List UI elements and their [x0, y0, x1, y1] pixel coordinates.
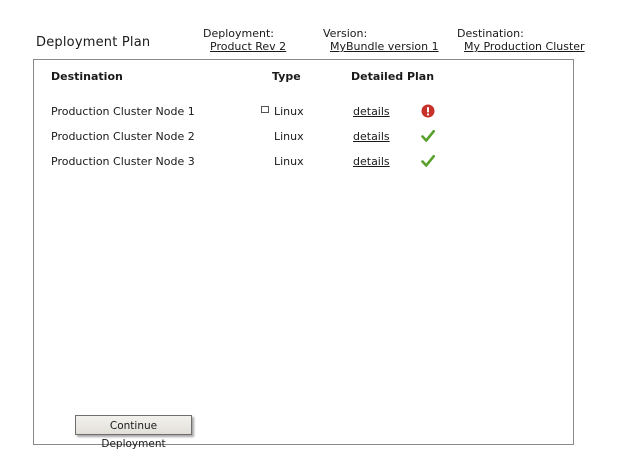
- table-row: Production Cluster Node 2 Linux details: [34, 127, 573, 147]
- column-header-type: Type: [272, 70, 301, 83]
- check-icon: [421, 129, 435, 142]
- destination-info: Destination: My Production Cluster: [457, 27, 585, 53]
- row-type: Linux: [274, 105, 304, 118]
- column-header-destination: Destination: [51, 70, 123, 83]
- row-details-link[interactable]: details: [353, 155, 390, 168]
- check-icon: [421, 154, 435, 167]
- error-icon[interactable]: [421, 104, 435, 118]
- destination-label: Destination:: [457, 27, 524, 40]
- row-details-link[interactable]: details: [353, 105, 390, 118]
- version-info: Version: MyBundle version 1: [323, 27, 439, 53]
- table-row: Production Cluster Node 3 Linux details: [34, 152, 573, 172]
- row-marker-icon: [261, 106, 269, 113]
- deployment-label: Deployment:: [203, 27, 274, 40]
- row-type: Linux: [274, 155, 304, 168]
- row-destination: Production Cluster Node 2: [51, 130, 195, 143]
- deployment-link[interactable]: Product Rev 2: [203, 40, 286, 53]
- row-destination: Production Cluster Node 3: [51, 155, 195, 168]
- row-type: Linux: [274, 130, 304, 143]
- version-label: Version:: [323, 27, 368, 40]
- continue-deployment-button[interactable]: Continue Deployment: [75, 415, 192, 450]
- version-link[interactable]: MyBundle version 1: [323, 40, 439, 53]
- deployment-info: Deployment: Product Rev 2: [203, 27, 286, 53]
- page-title: Deployment Plan: [36, 35, 151, 50]
- table-row: Production Cluster Node 1 Linux details: [34, 102, 573, 122]
- destination-link[interactable]: My Production Cluster: [457, 40, 585, 53]
- row-details-link[interactable]: details: [353, 130, 390, 143]
- row-destination: Production Cluster Node 1: [51, 105, 195, 118]
- deployment-plan-panel: Destination Type Detailed Plan Productio…: [33, 59, 574, 450]
- column-header-detailed-plan: Detailed Plan: [351, 70, 435, 83]
